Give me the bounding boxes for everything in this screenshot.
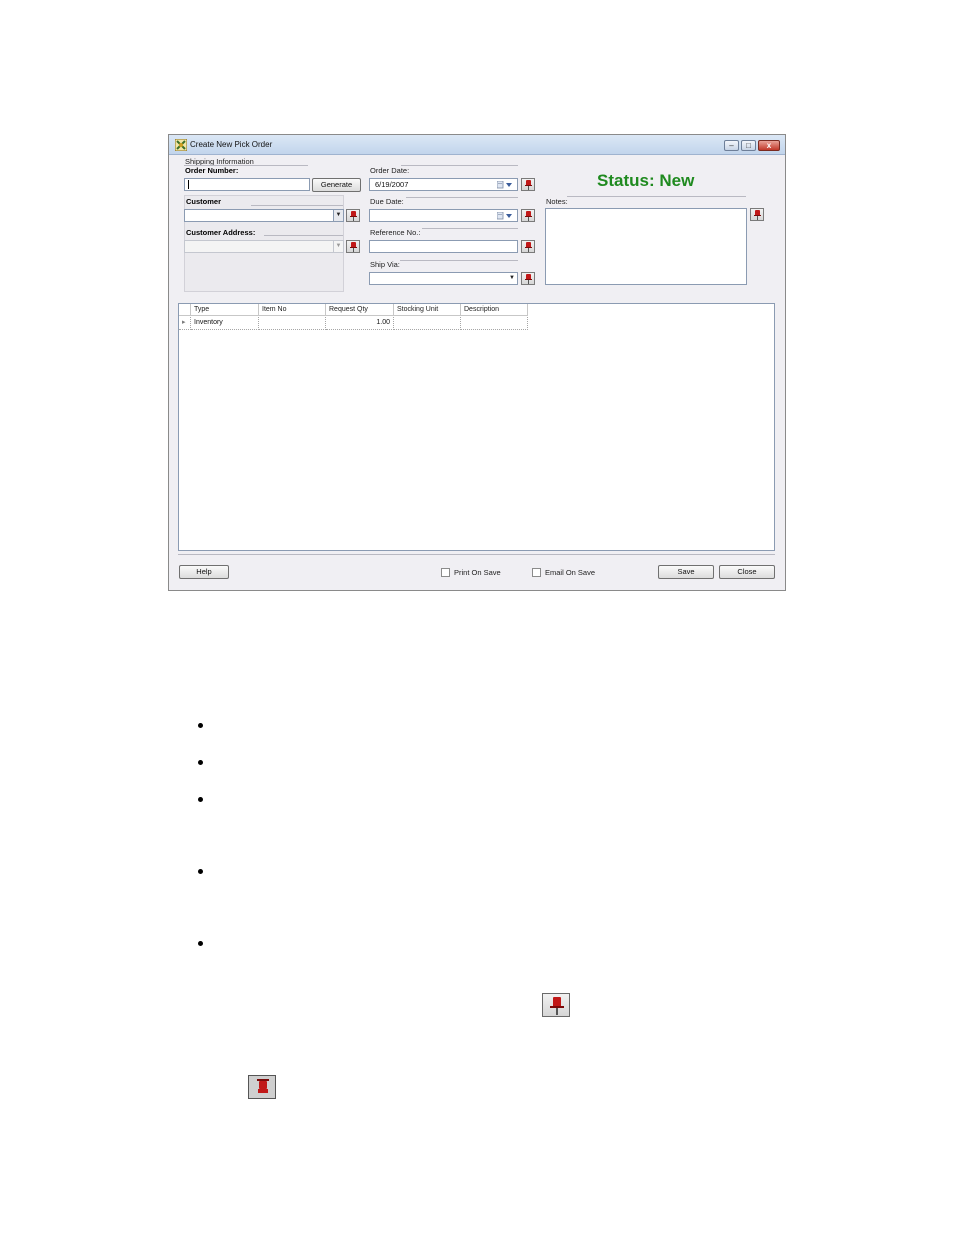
text-cursor [188,180,189,189]
due-date-pushpin-icon[interactable] [521,209,535,222]
minimize-icon: – [729,141,734,150]
chevron-down-icon: ▼ [333,210,343,221]
save-button[interactable]: Save [658,565,714,579]
notes-pushpin-icon[interactable] [750,208,764,221]
ship-via-label: Ship Via: [370,260,400,269]
chevron-down-icon: ▼ [507,273,517,284]
print-on-save-checkbox[interactable] [441,568,450,577]
pick-order-app-icon [175,139,187,151]
row-header-column [179,304,191,316]
customer-address-label: Customer Address: [186,228,256,237]
reference-label: Reference No.: [370,228,421,237]
notes-divider [567,196,746,197]
footer-divider [178,554,775,555]
reference-pushpin-icon[interactable] [521,240,535,253]
row-indicator-icon: ▸ [179,317,191,330]
due-date-picker[interactable] [369,209,518,222]
customer-address-select[interactable]: ▼ [184,240,344,253]
calendar-icon [497,181,512,189]
column-header-stocking-unit[interactable]: Stocking Unit [394,304,461,316]
bullet-marker [198,723,203,728]
ship-via-pushpin-icon[interactable] [521,272,535,285]
cell-item-no[interactable] [259,317,326,330]
order-number-label: Order Number: [185,166,239,175]
notes-textarea[interactable] [545,208,747,285]
customer-pushpin-icon[interactable] [346,209,360,222]
bullet-marker [198,869,203,874]
notes-label: Notes: [546,197,568,206]
print-on-save-label[interactable]: Print On Save [454,568,501,577]
generate-button[interactable]: Generate [312,178,361,192]
maximize-button[interactable]: □ [741,140,756,151]
minimize-button[interactable]: – [724,140,739,151]
order-date-pushpin-icon[interactable] [521,178,535,191]
close-button[interactable]: Close [719,565,775,579]
customer-divider [251,205,343,206]
column-header-item-no[interactable]: Item No [259,304,326,316]
bullet-marker [198,941,203,946]
items-grid[interactable]: Type Item No Request Qty Stocking Unit D… [178,303,775,551]
chevron-down-icon: ▼ [333,241,343,252]
column-header-type[interactable]: Type [191,304,259,316]
email-on-save-checkbox[interactable] [532,568,541,577]
customer-address-divider [264,235,343,236]
customer-address-pushpin-icon[interactable] [346,240,360,253]
close-icon: x [766,141,772,150]
window-title: Create New Pick Order [190,140,273,149]
status-badge: Status: New [597,171,695,190]
order-number-input[interactable] [184,178,310,191]
cell-type[interactable]: Inventory [191,317,259,330]
email-on-save-label[interactable]: Email On Save [545,568,595,577]
due-date-label: Due Date: [370,197,404,206]
bullet-marker [198,797,203,802]
cell-description[interactable] [461,317,528,330]
title-bar[interactable]: Create New Pick Order – □ x [169,135,785,155]
pushpin-unpinned-icon [542,993,570,1017]
ship-via-select[interactable]: ▼ [369,272,518,285]
due-date-divider [406,197,518,198]
order-date-value: 6/19/2007 [375,180,409,189]
close-window-button[interactable]: x [758,140,780,151]
reference-input[interactable] [369,240,518,253]
cell-stocking-unit[interactable] [394,317,461,330]
customer-select[interactable]: ▼ [184,209,344,222]
column-header-request-qty[interactable]: Request Qty [326,304,394,316]
pick-order-window: Create New Pick Order – □ x Shipping Inf… [168,134,786,591]
order-date-picker[interactable]: 6/19/2007 [369,178,518,191]
help-button[interactable]: Help [179,565,229,579]
reference-divider [422,228,518,229]
order-date-label: Order Date: [370,166,410,175]
bullet-marker [198,760,203,765]
pushpin-pinned-icon [248,1075,276,1099]
column-header-description[interactable]: Description [461,304,528,316]
order-date-divider [401,165,518,166]
customer-label: Customer [186,197,222,206]
calendar-icon [497,212,512,220]
maximize-icon: □ [746,141,751,150]
ship-via-divider [400,260,518,261]
cell-request-qty[interactable]: 1.00 [326,317,394,330]
